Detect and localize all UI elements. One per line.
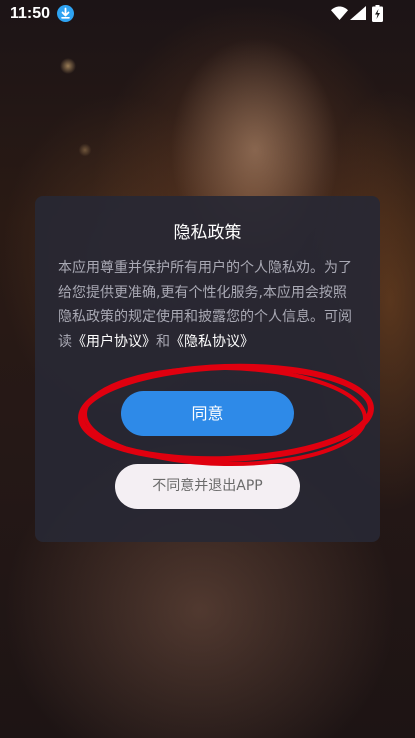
dialog-body-connector: 和 [156,333,170,350]
battery-icon [372,5,383,22]
privacy-agreement-link[interactable]: 《隐私协议》 [170,334,254,350]
disagree-exit-button[interactable]: 不同意并退出APP [115,464,300,509]
status-time: 11:50 [10,5,51,22]
user-agreement-link[interactable]: 《用户协议》 [72,334,156,350]
status-bar: 11:50 [0,0,415,28]
signal-icon [350,6,366,20]
download-icon [57,5,74,22]
dialog-title: 隐私政策 [173,223,242,243]
annotation-ellipse [78,363,374,467]
dialog-body: 本应用尊重并保护所有用户的个人隐私劝。为了给您提供更准确,更有个性化服务,本应用… [58,256,360,354]
wifi-icon [331,6,348,20]
